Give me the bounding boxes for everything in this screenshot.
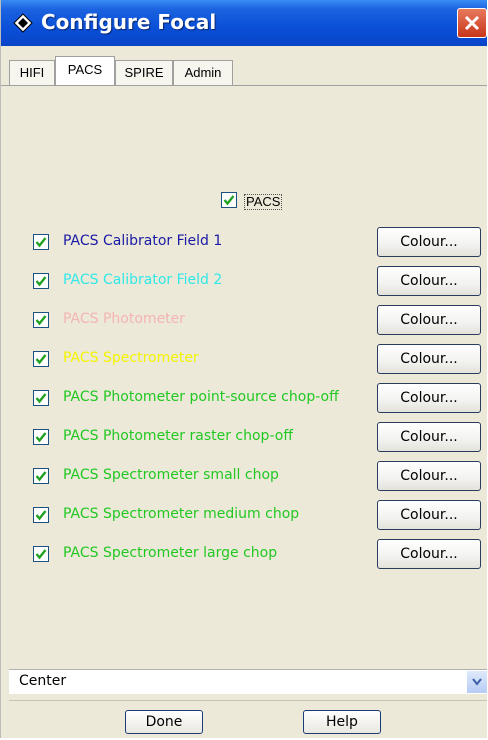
position-dropdown[interactable]: Center bbox=[9, 669, 487, 694]
diamond-app-icon bbox=[13, 13, 33, 33]
pacs-master-checkbox[interactable] bbox=[221, 192, 237, 208]
configure-focal-window: Configure Focal HIFI PACS SPIRE Admin PA… bbox=[0, 0, 487, 738]
focal-row: PACS Photometer point-source chop-off Col… bbox=[33, 383, 483, 413]
help-button[interactable]: Help bbox=[303, 710, 381, 734]
focal-row: PACS Spectrometer Colour... bbox=[33, 344, 483, 374]
checkmark-icon bbox=[35, 510, 47, 521]
focal-label: PACS Photometer bbox=[63, 311, 186, 327]
focal-row: PACS Spectrometer large chop Colour... bbox=[33, 539, 483, 569]
checkmark-icon bbox=[35, 471, 47, 482]
focal-checkbox[interactable] bbox=[33, 351, 49, 367]
pacs-panel: PACS PACS Calibrator Field 1 Colour... PAC… bbox=[9, 86, 487, 662]
tab-strip: HIFI PACS SPIRE Admin bbox=[1, 46, 487, 87]
focal-label: PACS Spectrometer medium chop bbox=[63, 506, 300, 522]
close-icon bbox=[464, 15, 480, 31]
focal-checkbox[interactable] bbox=[33, 312, 49, 328]
window-title: Configure Focal bbox=[41, 10, 217, 34]
close-button[interactable] bbox=[457, 8, 487, 38]
checkmark-icon bbox=[35, 354, 47, 365]
focal-label: PACS Photometer raster chop-off bbox=[63, 428, 293, 444]
focal-checkbox[interactable] bbox=[33, 273, 49, 289]
checkmark-icon bbox=[35, 276, 47, 287]
checkmark-icon bbox=[223, 195, 235, 206]
footer-separator bbox=[9, 700, 487, 701]
colour-button[interactable]: Colour... bbox=[377, 344, 481, 374]
chevron-down-icon bbox=[472, 678, 482, 686]
focal-label: PACS Calibrator Field 2 bbox=[63, 272, 223, 288]
colour-button[interactable]: Colour... bbox=[377, 383, 481, 413]
focal-label: PACS Spectrometer small chop bbox=[63, 467, 279, 483]
focal-checkbox[interactable] bbox=[33, 468, 49, 484]
focal-checkbox[interactable] bbox=[33, 429, 49, 445]
focal-label: PACS Spectrometer bbox=[63, 350, 199, 366]
focal-label: PACS Calibrator Field 1 bbox=[63, 233, 223, 249]
tab-hifi[interactable]: HIFI bbox=[9, 60, 55, 86]
focal-row: PACS Photometer Colour... bbox=[33, 305, 483, 335]
focal-checkbox[interactable] bbox=[33, 507, 49, 523]
focal-row: PACS Spectrometer small chop Colour... bbox=[33, 461, 483, 491]
done-button[interactable]: Done bbox=[125, 710, 203, 734]
colour-button[interactable]: Colour... bbox=[377, 461, 481, 491]
tab-spire[interactable]: SPIRE bbox=[115, 60, 173, 86]
checkmark-icon bbox=[35, 237, 47, 248]
focal-checkbox[interactable] bbox=[33, 234, 49, 250]
checkmark-icon bbox=[35, 315, 47, 326]
tab-pacs[interactable]: PACS bbox=[55, 56, 115, 87]
focal-row: PACS Calibrator Field 2 Colour... bbox=[33, 266, 483, 296]
focal-checkbox[interactable] bbox=[33, 546, 49, 562]
colour-button[interactable]: Colour... bbox=[377, 305, 481, 335]
dropdown-toggle[interactable] bbox=[467, 671, 487, 693]
title-bar[interactable]: Configure Focal bbox=[1, 0, 487, 46]
colour-button[interactable]: Colour... bbox=[377, 539, 481, 569]
colour-button[interactable]: Colour... bbox=[377, 227, 481, 257]
focal-label: PACS Spectrometer large chop bbox=[63, 545, 278, 561]
dropdown-value: Center bbox=[19, 673, 67, 689]
focal-label: PACS Photometer point-source chop-off bbox=[63, 389, 339, 405]
colour-button[interactable]: Colour... bbox=[377, 266, 481, 296]
checkmark-icon bbox=[35, 549, 47, 560]
colour-button[interactable]: Colour... bbox=[377, 422, 481, 452]
focal-row: PACS Spectrometer medium chop Colour... bbox=[33, 500, 483, 530]
checkmark-icon bbox=[35, 393, 47, 404]
focal-row: PACS Photometer raster chop-off Colour... bbox=[33, 422, 483, 452]
tab-admin[interactable]: Admin bbox=[173, 60, 233, 86]
focal-checkbox[interactable] bbox=[33, 390, 49, 406]
pacs-master-label: PACS bbox=[244, 194, 283, 210]
colour-button[interactable]: Colour... bbox=[377, 500, 481, 530]
focal-row: PACS Calibrator Field 1 Colour... bbox=[33, 227, 483, 257]
checkmark-icon bbox=[35, 432, 47, 443]
